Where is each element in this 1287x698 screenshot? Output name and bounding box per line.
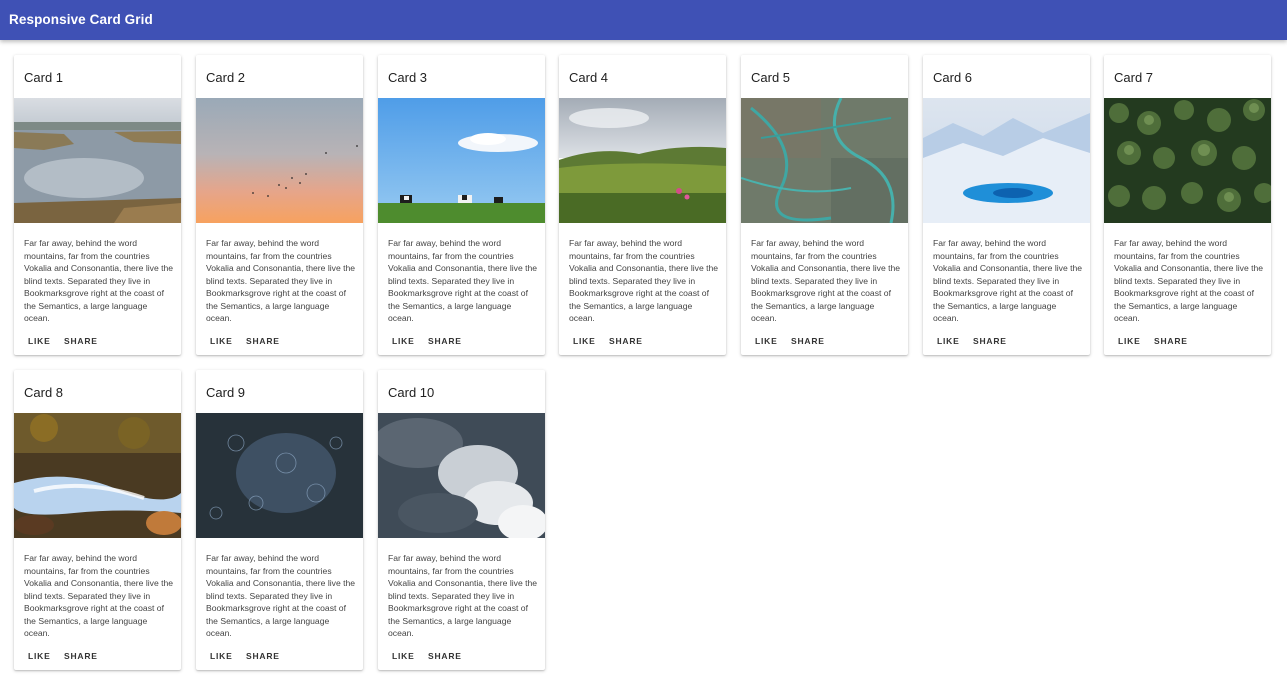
- card-title: Card 7: [1114, 70, 1154, 85]
- card-image-stream: [14, 413, 181, 538]
- card: Card 2 Far far away, behind the word mou…: [196, 55, 363, 355]
- card-actions: LIKE SHARE: [741, 333, 908, 349]
- share-button[interactable]: SHARE: [60, 333, 102, 349]
- card-title: Card 2: [206, 70, 246, 85]
- card-actions: LIKE SHARE: [378, 648, 545, 664]
- share-button[interactable]: SHARE: [605, 333, 647, 349]
- card: Card 5 Far far away, behind the word mou…: [741, 55, 908, 355]
- card-image-delta: [741, 98, 908, 223]
- card: Card 9 Far far away, behind the word mou…: [196, 370, 363, 670]
- card-text: Far far away, behind the word mountains,…: [388, 238, 538, 323]
- like-button[interactable]: LIKE: [751, 333, 782, 349]
- card: Card 3 Far far away, behind the word mou…: [378, 55, 545, 355]
- card-actions: LIKE SHARE: [14, 333, 181, 349]
- share-button[interactable]: SHARE: [242, 648, 284, 664]
- like-button[interactable]: LIKE: [388, 333, 419, 349]
- card-text: Far far away, behind the word mountains,…: [206, 553, 356, 638]
- like-button[interactable]: LIKE: [1114, 333, 1145, 349]
- card-title: Card 4: [569, 70, 609, 85]
- card-title: Card 1: [24, 70, 64, 85]
- card-actions: LIKE SHARE: [378, 333, 545, 349]
- card-text: Far far away, behind the word mountains,…: [751, 238, 901, 323]
- card-title: Card 5: [751, 70, 791, 85]
- like-button[interactable]: LIKE: [388, 648, 419, 664]
- card-grid: Card 1 Far far away, behind the word mou…: [0, 0, 1287, 698]
- card-text: Far far away, behind the word mountains,…: [569, 238, 719, 323]
- card-image-sunset: [196, 98, 363, 223]
- card: Card 7 Far far away, behind the word mou…: [1104, 55, 1271, 355]
- card: Card 1 Far far away, behind the word mou…: [14, 55, 181, 355]
- like-button[interactable]: LIKE: [206, 648, 237, 664]
- like-button[interactable]: LIKE: [206, 333, 237, 349]
- share-button[interactable]: SHARE: [969, 333, 1011, 349]
- card-title: Card 8: [24, 385, 64, 400]
- card-image-rain: [196, 413, 363, 538]
- share-button[interactable]: SHARE: [1150, 333, 1192, 349]
- card-image-hills: [559, 98, 726, 223]
- card: Card 4 Far far away, behind the word mou…: [559, 55, 726, 355]
- card-actions: LIKE SHARE: [559, 333, 726, 349]
- card-image-cows: [378, 98, 545, 223]
- share-button[interactable]: SHARE: [424, 333, 466, 349]
- card: Card 10 Far far away, behind the word mo…: [378, 370, 545, 670]
- card-image-forest: [1104, 98, 1271, 223]
- card-image-glacier: [923, 98, 1090, 223]
- card-title: Card 3: [388, 70, 428, 85]
- card: Card 8 Far far away, behind the word mou…: [14, 370, 181, 670]
- like-button[interactable]: LIKE: [24, 648, 55, 664]
- share-button[interactable]: SHARE: [424, 648, 466, 664]
- card-actions: LIKE SHARE: [196, 648, 363, 664]
- like-button[interactable]: LIKE: [24, 333, 55, 349]
- card-text: Far far away, behind the word mountains,…: [1114, 238, 1264, 323]
- card-image-clouds: [378, 413, 545, 538]
- card-text: Far far away, behind the word mountains,…: [933, 238, 1083, 323]
- card-image-lake: [14, 98, 181, 223]
- card-text: Far far away, behind the word mountains,…: [206, 238, 356, 323]
- card-title: Card 10: [388, 385, 435, 400]
- card: Card 6 Far far away, behind the word mou…: [923, 55, 1090, 355]
- card-text: Far far away, behind the word mountains,…: [388, 553, 538, 638]
- like-button[interactable]: LIKE: [569, 333, 600, 349]
- share-button[interactable]: SHARE: [242, 333, 284, 349]
- like-button[interactable]: LIKE: [933, 333, 964, 349]
- card-actions: LIKE SHARE: [196, 333, 363, 349]
- card-text: Far far away, behind the word mountains,…: [24, 238, 174, 323]
- card-actions: LIKE SHARE: [1104, 333, 1271, 349]
- card-actions: LIKE SHARE: [14, 648, 181, 664]
- share-button[interactable]: SHARE: [60, 648, 102, 664]
- card-text: Far far away, behind the word mountains,…: [24, 553, 174, 638]
- card-title: Card 9: [206, 385, 246, 400]
- card-actions: LIKE SHARE: [923, 333, 1090, 349]
- card-title: Card 6: [933, 70, 973, 85]
- share-button[interactable]: SHARE: [787, 333, 829, 349]
